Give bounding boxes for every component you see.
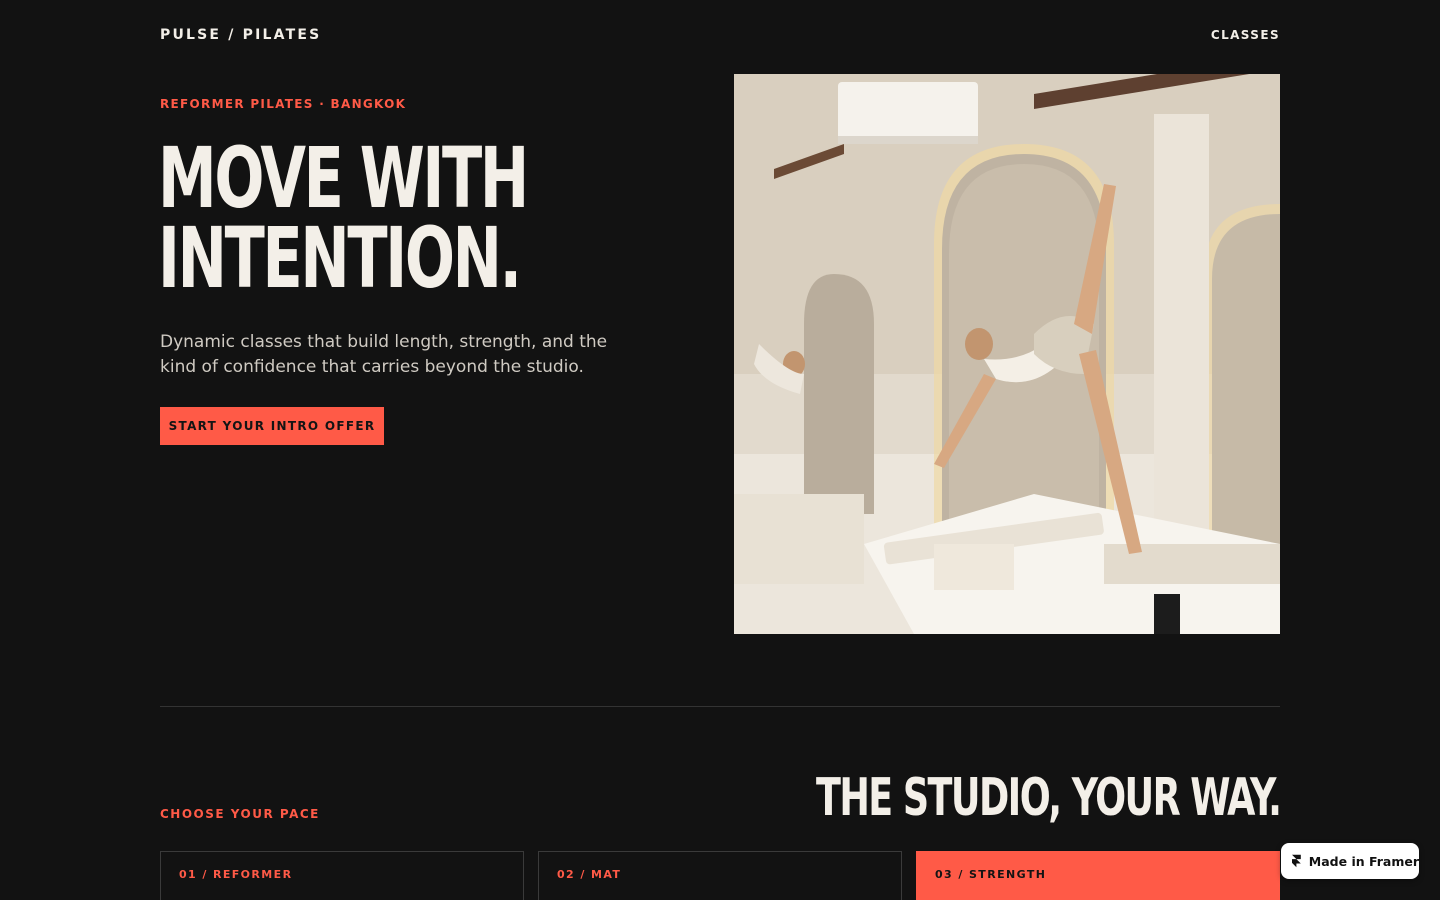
top-nav: PULSE / PILATES CLASSES (160, 26, 1280, 44)
class-card-reformer[interactable]: 01 / REFORMER (160, 851, 524, 900)
hero-subtext: Dynamic classes that build length, stren… (160, 332, 608, 377)
framer-logo-icon (1292, 854, 1301, 868)
intro-offer-button[interactable]: START YOUR INTRO OFFER (160, 407, 384, 445)
choose-pace-label: CHOOSE YOUR PACE (160, 807, 320, 821)
section-divider (160, 706, 1280, 707)
site-logo[interactable]: PULSE / PILATES (160, 27, 321, 43)
hero-eyebrow: REFORMER PILATES · BANGKOK (160, 97, 407, 111)
headline-line-2: INTENTION. (158, 209, 522, 307)
nav-link-classes[interactable]: CLASSES (1211, 28, 1280, 42)
card-label: 01 / REFORMER (179, 868, 293, 881)
hero-photo (734, 74, 1280, 634)
class-card-mat[interactable]: 02 / MAT (538, 851, 902, 900)
studio-section-title: THE STUDIO, YOUR WAY. (815, 768, 1282, 828)
hero-headline: MOVE WITH INTENTION. (158, 129, 564, 307)
class-card-strength[interactable]: 03 / STRENGTH (916, 851, 1280, 900)
studio-photo-illustration (734, 74, 1280, 634)
card-label: 02 / MAT (557, 868, 622, 881)
made-in-framer-badge[interactable]: Made in Framer (1281, 843, 1419, 879)
badge-label: Made in Framer (1308, 853, 1419, 869)
card-label: 03 / STRENGTH (935, 868, 1047, 881)
headline-line-1: MOVE WITH (158, 129, 529, 227)
